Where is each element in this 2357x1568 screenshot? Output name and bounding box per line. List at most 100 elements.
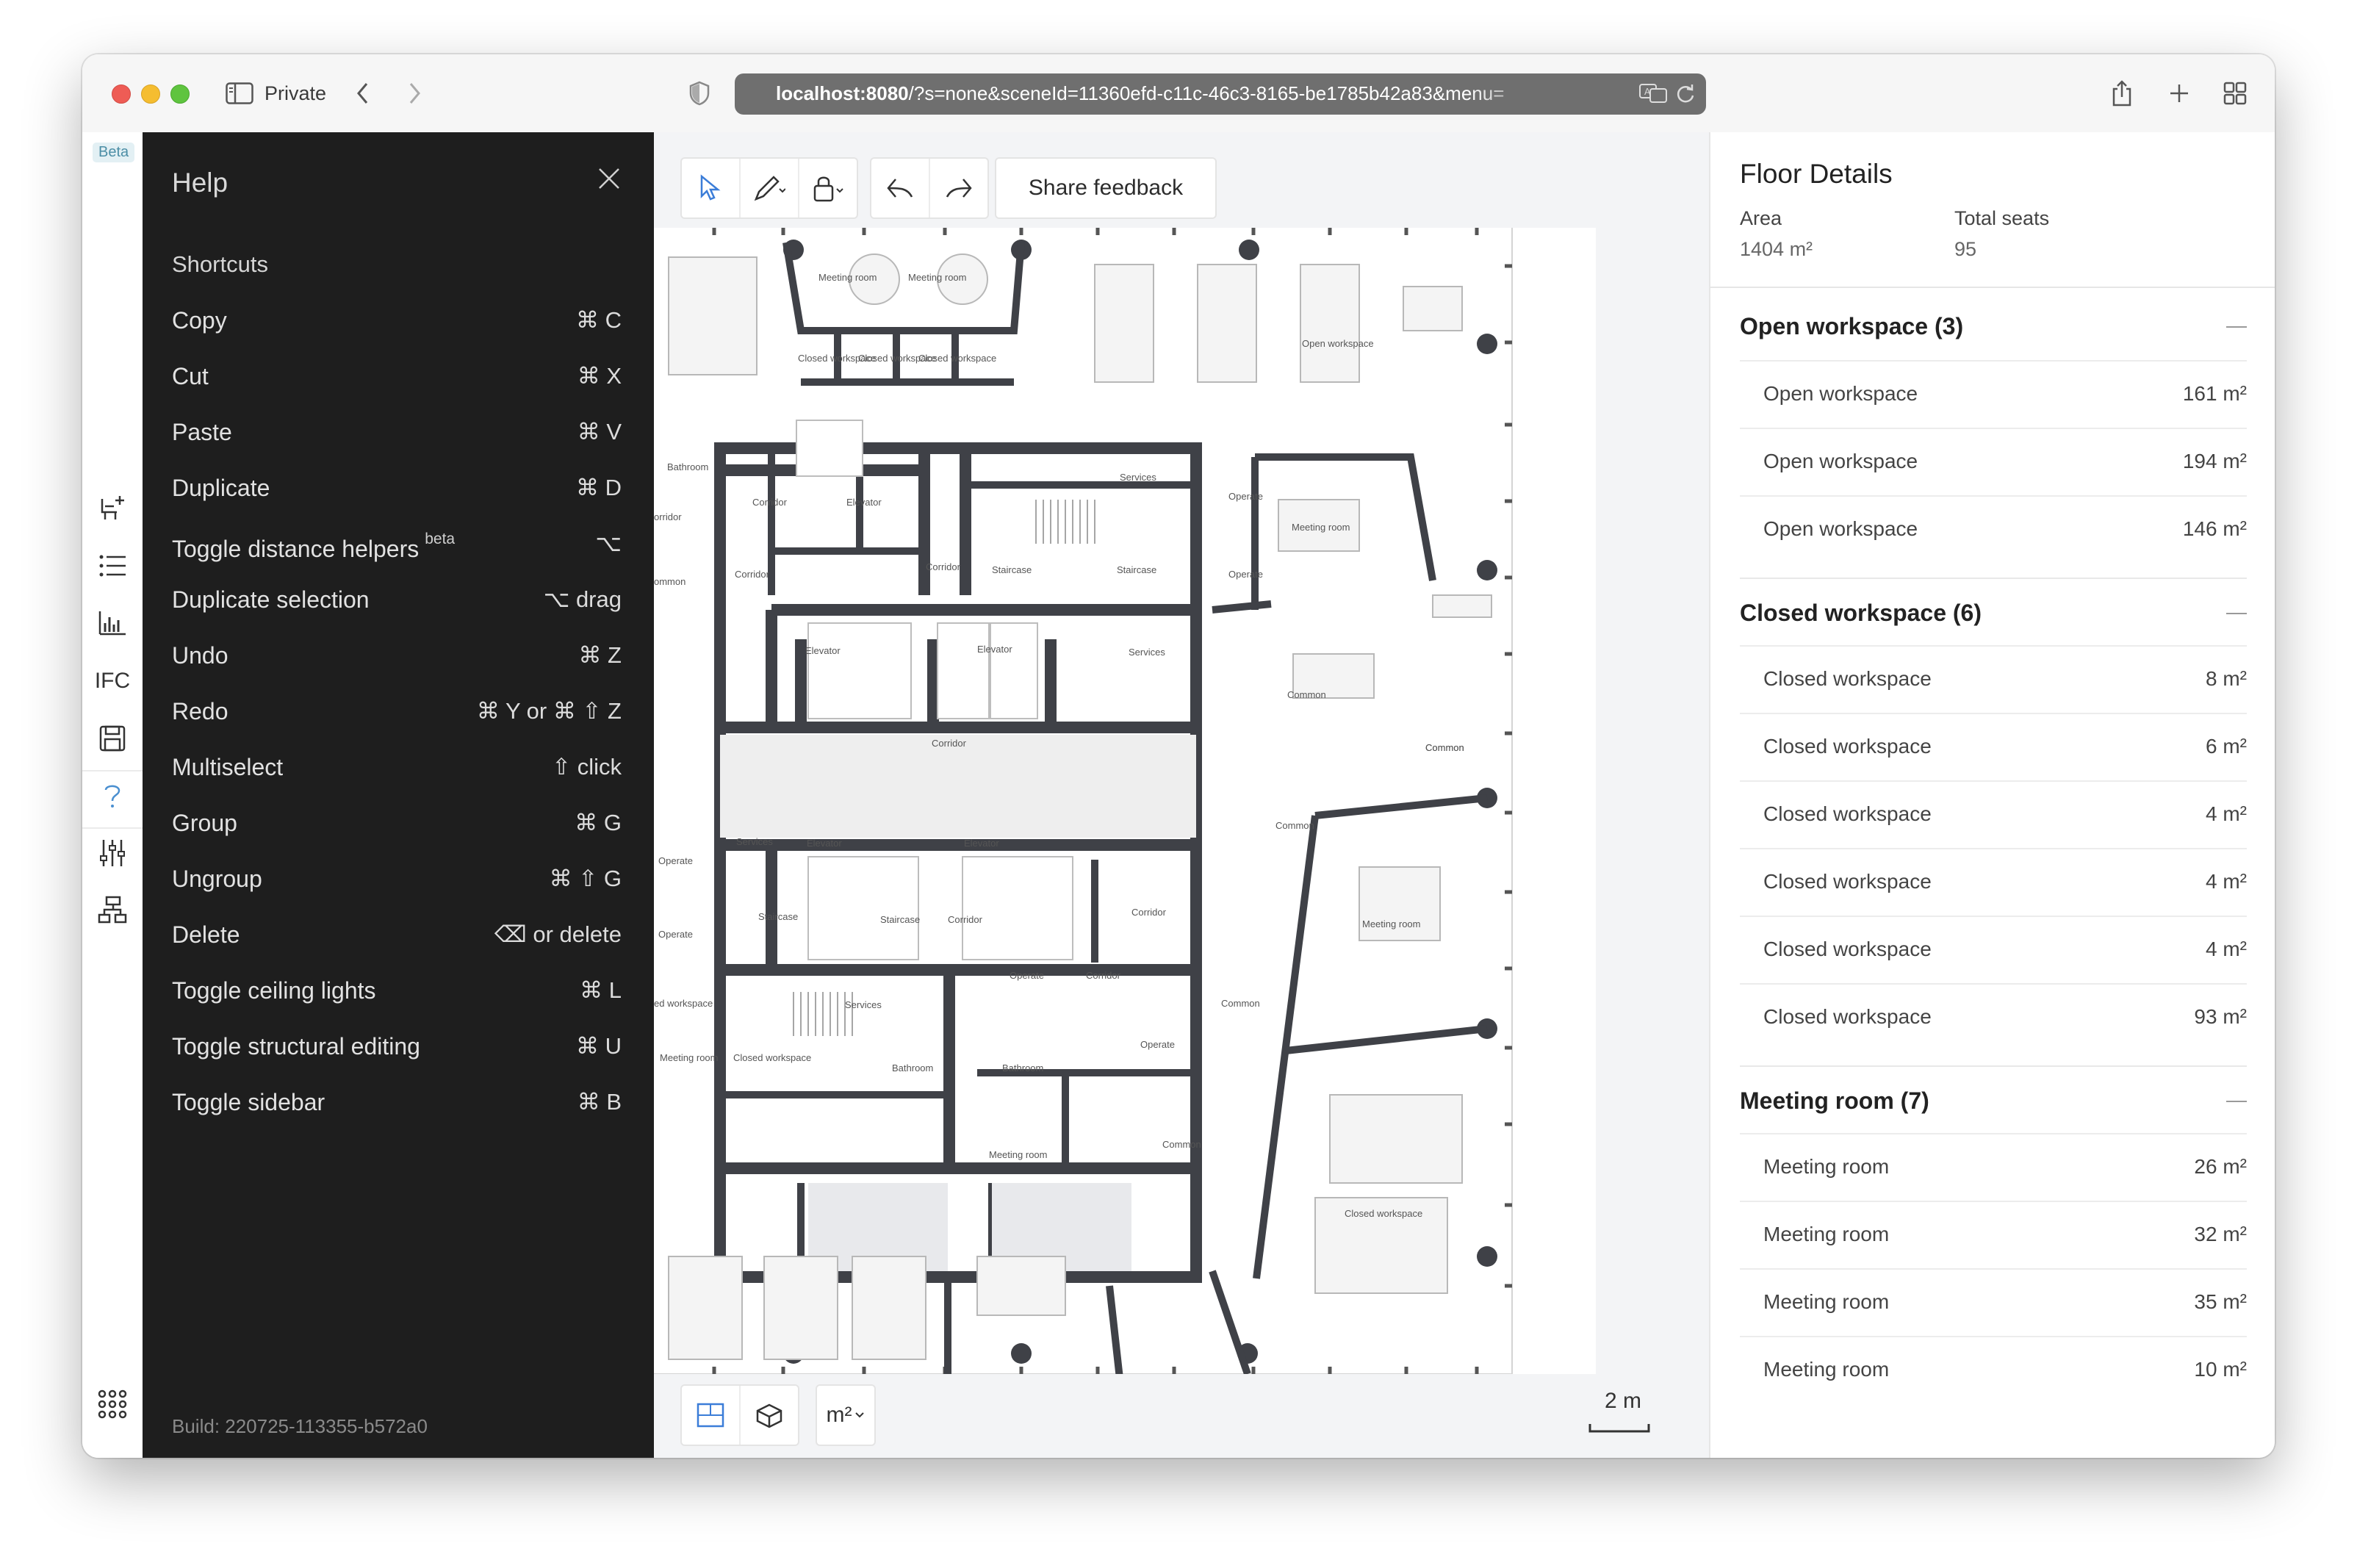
room-name: Meeting room bbox=[1763, 1155, 1890, 1178]
floor-plan-sheet[interactable]: Meeting room Meeting room Closed workspa… bbox=[654, 228, 1596, 1419]
collapse-icon[interactable] bbox=[2226, 613, 2247, 614]
unit-dropdown[interactable]: m² bbox=[817, 1386, 874, 1445]
shortcut-name: Cut bbox=[172, 363, 209, 389]
room-label: Corridor bbox=[1086, 970, 1121, 981]
shortcut-name: Delete bbox=[172, 921, 240, 948]
section-header[interactable]: Meeting room (7) bbox=[1740, 1065, 2247, 1134]
list-icon[interactable] bbox=[90, 543, 135, 589]
section-title: Open workspace (3) bbox=[1740, 313, 1964, 339]
room-area: 8 m² bbox=[2206, 667, 2247, 690]
room-label: Operate bbox=[1228, 491, 1263, 502]
room-label: Meeting room bbox=[660, 1052, 718, 1063]
floor-plan-canvas[interactable]: Meeting room Meeting room Closed workspa… bbox=[654, 132, 1709, 1458]
minimize-window-button[interactable] bbox=[141, 84, 160, 104]
room-list-item[interactable]: Meeting room 35 m² bbox=[1740, 1268, 2247, 1337]
sidebar-toggle-icon[interactable] bbox=[223, 76, 256, 110]
section-header[interactable]: Open workspace (3) bbox=[1740, 292, 2247, 360]
room-label: Elevator bbox=[846, 497, 882, 508]
share-icon[interactable] bbox=[2107, 76, 2137, 110]
shortcut-label: Duplicate selection bbox=[172, 586, 370, 614]
apps-grid-icon[interactable] bbox=[90, 1381, 135, 1427]
room-name: Meeting room bbox=[1763, 1290, 1890, 1313]
section-header[interactable]: Closed workspace (6) bbox=[1740, 578, 2247, 647]
shortcut-label: Multiselect bbox=[172, 754, 283, 781]
collapse-icon[interactable] bbox=[2226, 326, 2247, 328]
tab-overview-icon[interactable] bbox=[2220, 76, 2250, 110]
room-label: Corridor bbox=[735, 569, 770, 580]
room-list-item[interactable]: Meeting room 32 m² bbox=[1740, 1201, 2247, 1270]
url-text: localhost:8080/?s=none&sceneId=11360efd-… bbox=[776, 82, 1540, 105]
room-list-item[interactable]: Open workspace 161 m² bbox=[1740, 360, 2247, 429]
room-list-item[interactable]: Closed workspace 4 m² bbox=[1740, 780, 2247, 849]
room-label: Bathroom bbox=[892, 1062, 933, 1073]
save-icon[interactable] bbox=[90, 716, 135, 761]
new-tab-icon[interactable] bbox=[2165, 76, 2194, 110]
shortcut-label: Redo bbox=[172, 698, 228, 725]
shortcut-keys: ⌥ bbox=[595, 531, 622, 556]
shortcut-label: Paste bbox=[172, 419, 232, 446]
shortcut-label: Toggle structural editing bbox=[172, 1033, 420, 1060]
3d-view-icon[interactable] bbox=[741, 1386, 798, 1445]
room-label: Operate bbox=[658, 929, 693, 940]
forward-icon[interactable] bbox=[400, 76, 429, 110]
area-value: 1404 m² bbox=[1740, 238, 1813, 260]
shortcut-name: Copy bbox=[172, 307, 227, 334]
address-bar[interactable]: localhost:8080/?s=none&sceneId=11360efd-… bbox=[735, 73, 1706, 115]
beta-tag: beta bbox=[425, 531, 456, 547]
translate-icon[interactable]: A bbox=[1638, 82, 1668, 108]
room-label: Services bbox=[736, 836, 773, 847]
shortcut-label: Group bbox=[172, 810, 237, 837]
close-window-button[interactable] bbox=[112, 84, 131, 104]
room-label: Bathroom bbox=[667, 461, 708, 472]
room-area: 4 m² bbox=[2206, 802, 2247, 825]
zoom-window-button[interactable] bbox=[170, 84, 190, 104]
shortcut-name: Undo bbox=[172, 642, 228, 669]
room-list-item[interactable]: Closed workspace 8 m² bbox=[1740, 645, 2247, 714]
room-label: Corridor bbox=[948, 914, 983, 925]
shortcut-name: Toggle distance helpers bbox=[172, 536, 420, 562]
room-list-item[interactable]: Open workspace 194 m² bbox=[1740, 428, 2247, 497]
shortcut-keys: ⌘ D bbox=[576, 475, 622, 500]
room-label: Staircase bbox=[758, 911, 798, 922]
shortcut-name: Group bbox=[172, 810, 237, 836]
shortcut-name: Toggle structural editing bbox=[172, 1033, 420, 1060]
room-label: Elevator bbox=[964, 838, 999, 849]
unit-selector[interactable]: m² bbox=[816, 1384, 876, 1446]
redo-icon[interactable] bbox=[930, 159, 987, 217]
plan-view-icon[interactable] bbox=[682, 1386, 741, 1445]
ifc-button[interactable]: IFC bbox=[90, 658, 135, 704]
room-list-item[interactable]: Closed workspace 93 m² bbox=[1740, 983, 2247, 1052]
shortcut-keys: ⌘ B bbox=[577, 1089, 622, 1115]
reload-icon[interactable] bbox=[1675, 84, 1696, 108]
room-name: Closed workspace bbox=[1763, 802, 1932, 825]
sliders-icon[interactable] bbox=[90, 830, 135, 876]
hierarchy-icon[interactable] bbox=[90, 888, 135, 933]
room-list-item[interactable]: Meeting room 10 m² bbox=[1740, 1336, 2247, 1405]
privacy-shield-icon[interactable] bbox=[685, 76, 714, 110]
select-tool-icon[interactable] bbox=[682, 159, 741, 217]
add-furniture-icon[interactable] bbox=[90, 485, 135, 531]
room-list-item[interactable]: Closed workspace 4 m² bbox=[1740, 916, 2247, 985]
draw-tool-icon[interactable] bbox=[741, 159, 799, 217]
back-icon[interactable] bbox=[348, 76, 378, 110]
share-feedback-button[interactable]: Share feedback bbox=[995, 157, 1217, 219]
sidebar-divider bbox=[1710, 287, 2275, 288]
url-host: localhost:8080 bbox=[776, 82, 909, 104]
collapse-icon[interactable] bbox=[2226, 1101, 2247, 1102]
scale-bar: 2 m bbox=[1587, 1389, 1653, 1440]
rail-divider bbox=[82, 827, 143, 829]
room-list-item[interactable]: Closed workspace 4 m² bbox=[1740, 848, 2247, 917]
room-label: Common bbox=[1162, 1139, 1201, 1150]
room-list-item[interactable]: Open workspace 146 m² bbox=[1740, 495, 2247, 564]
lock-tool-icon[interactable] bbox=[799, 159, 857, 217]
room-name: Open workspace bbox=[1763, 450, 1918, 472]
shortcut-keys: ⌥ drag bbox=[543, 586, 622, 612]
chevron-down-icon bbox=[855, 1412, 865, 1418]
undo-icon[interactable] bbox=[871, 159, 930, 217]
room-list-item[interactable]: Closed workspace 6 m² bbox=[1740, 713, 2247, 782]
room-list-item[interactable]: Meeting room 26 m² bbox=[1740, 1133, 2247, 1202]
help-icon[interactable] bbox=[90, 773, 135, 819]
chart-icon[interactable] bbox=[90, 600, 135, 646]
close-icon[interactable] bbox=[591, 160, 627, 197]
floor-plan-drawing[interactable]: Meeting room Meeting room Closed workspa… bbox=[654, 228, 1596, 1419]
